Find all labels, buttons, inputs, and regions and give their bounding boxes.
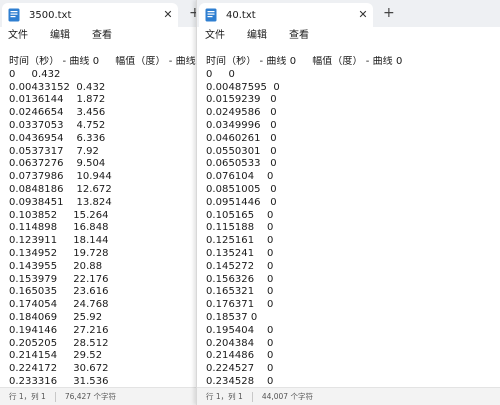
data-line: 0.0737986 10.944 xyxy=(9,171,112,183)
text-editor[interactable]: 时间（秒） - 曲线 0 幅值（度） - 曲线 00 0 0.00487595 0… xyxy=(197,56,500,387)
data-line: 0.0938451 13.824 xyxy=(9,196,112,208)
menu-edit[interactable]: 编辑 xyxy=(247,29,267,43)
data-line: 0.145272 0 xyxy=(206,260,274,272)
menu-edit[interactable]: 编辑 xyxy=(50,29,70,43)
data-line: 0.214154 29.52 xyxy=(9,350,103,362)
header-line: 时间（秒） - 曲线 0 幅值（度） - 曲线 0 xyxy=(206,56,403,67)
data-line: 0.0637276 9.504 xyxy=(9,158,106,170)
close-icon[interactable]: ✕ xyxy=(353,8,373,22)
title-bar: 40.txt ✕ + xyxy=(197,0,500,27)
notepad-document-icon xyxy=(205,8,217,22)
cursor-position: 行 1，列 1 xyxy=(9,392,46,401)
title-bar: 3500.txt ✕ + xyxy=(0,0,196,27)
status-divider xyxy=(54,391,56,402)
data-line: 0.204384 0 xyxy=(206,337,274,349)
status-bar: 行 1，列 1 44,007 个字符 xyxy=(197,387,500,405)
data-line: 0.105165 0 xyxy=(206,209,274,221)
data-line: 0.114898 16.848 xyxy=(9,222,109,234)
menu-bar: 文件 编辑 查看 xyxy=(197,27,500,45)
data-line: 0.195404 0 xyxy=(206,324,274,336)
tab-title: 40.txt xyxy=(226,9,256,21)
tab-title: 3500.txt xyxy=(29,9,72,21)
data-line: 0.165321 0 xyxy=(206,286,274,298)
data-line: 0.0851005 0 xyxy=(206,183,277,195)
menu-view[interactable]: 查看 xyxy=(92,29,112,43)
menu-bar: 文件 编辑 查看 xyxy=(0,27,196,45)
notepad-document-icon xyxy=(8,8,20,22)
data-line: 0.233316 31.536 xyxy=(9,375,109,387)
plus-icon[interactable]: + xyxy=(383,6,395,20)
data-line: 0.125161 0 xyxy=(206,235,274,247)
data-line: 0.0650533 0 xyxy=(206,158,277,170)
data-line: 0.176371 0 xyxy=(206,299,274,311)
data-line: 0.153979 22.176 xyxy=(9,273,109,285)
header-line: 时间（秒） - 曲线 0 幅值（度） - 曲线 0 xyxy=(9,56,196,67)
data-line: 0.076104 0 xyxy=(206,171,274,183)
data-line: 0.0136144 1.872 xyxy=(9,94,106,106)
data-line: 0.0460261 0 xyxy=(206,132,277,144)
tab-3500-txt[interactable]: 3500.txt ✕ xyxy=(2,3,178,27)
close-icon[interactable]: ✕ xyxy=(158,8,178,22)
data-line: 0 0 xyxy=(206,68,235,80)
data-line: 0.165035 23.616 xyxy=(9,286,109,298)
data-line: 0.174054 24.768 xyxy=(9,299,109,311)
data-line: 0.234528 0 xyxy=(206,375,274,387)
data-line: 0.18537 0 xyxy=(206,311,258,323)
data-line: 0.103852 15.264 xyxy=(9,209,109,221)
data-line: 0.0337053 4.752 xyxy=(9,119,106,131)
data-line: 0.194146 27.216 xyxy=(9,324,109,336)
data-line: 0.0848186 12.672 xyxy=(9,183,112,195)
status-divider xyxy=(251,391,253,402)
data-line: 0.156326 0 xyxy=(206,273,274,285)
data-line: 0.0951446 0 xyxy=(206,196,277,208)
notepad-window-left: 3500.txt ✕ + 文件 编辑 查看 时间（秒） - 曲线 0 幅值（度）… xyxy=(0,0,196,405)
notepad-window-right: 40.txt ✕ + 文件 编辑 查看 时间（秒） - 曲线 0 幅值（度） -… xyxy=(196,0,500,405)
data-line: 0.0349996 0 xyxy=(206,119,277,131)
menu-file[interactable]: 文件 xyxy=(205,29,225,43)
menu-view[interactable]: 查看 xyxy=(289,29,309,43)
char-count: 44,007 个字符 xyxy=(261,392,313,401)
data-line: 0.123911 18.144 xyxy=(9,235,109,247)
data-line: 0.00487595 0 xyxy=(206,81,280,93)
cursor-position: 行 1，列 1 xyxy=(206,392,243,401)
data-line: 0.214486 0 xyxy=(206,350,274,362)
data-line: 0.143955 20.88 xyxy=(9,260,103,272)
data-line: 0.205205 28.512 xyxy=(9,337,109,349)
data-line: 0.0550301 0 xyxy=(206,145,277,157)
tab-40-txt[interactable]: 40.txt ✕ xyxy=(199,3,373,27)
data-line: 0.224527 0 xyxy=(206,363,274,375)
data-line: 0.0537317 7.92 xyxy=(9,145,99,157)
data-line: 0 0.432 xyxy=(9,68,61,80)
data-line: 0.00433152 0.432 xyxy=(9,81,106,93)
data-line: 0.0246654 3.456 xyxy=(9,107,106,119)
data-line: 0.224172 30.672 xyxy=(9,363,109,375)
char-count: 76,427 个字符 xyxy=(64,392,116,401)
text-editor[interactable]: 时间（秒） - 曲线 0 幅值（度） - 曲线 00 0.432 0.004331… xyxy=(0,56,196,387)
data-line: 0.184069 25.92 xyxy=(9,311,103,323)
data-line: 0.0159239 0 xyxy=(206,94,277,106)
status-bar: 行 1，列 1 76,427 个字符 xyxy=(0,387,196,405)
data-line: 0.0249586 0 xyxy=(206,107,277,119)
menu-file[interactable]: 文件 xyxy=(8,29,28,43)
data-line: 0.0436954 6.336 xyxy=(9,132,106,144)
data-line: 0.134952 19.728 xyxy=(9,247,109,259)
plus-icon[interactable]: + xyxy=(189,6,196,20)
data-line: 0.115188 0 xyxy=(206,222,274,234)
data-line: 0.135241 0 xyxy=(206,247,274,259)
